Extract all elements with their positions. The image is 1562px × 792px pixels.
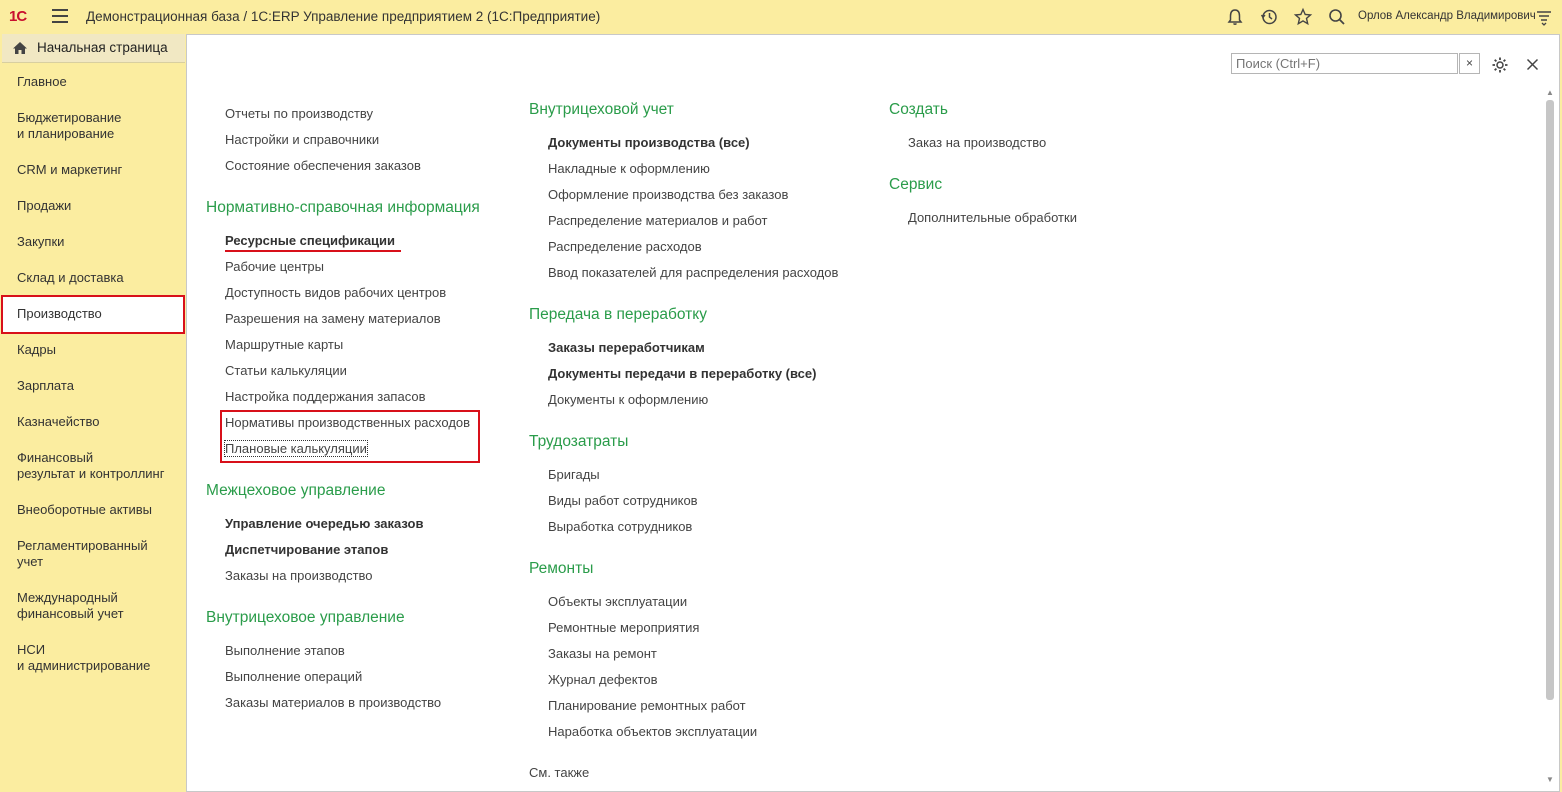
sidebar-item[interactable]: Кадры <box>17 342 56 358</box>
command-link[interactable]: Бригады <box>548 467 600 482</box>
sidebar-item[interactable]: Казначейство <box>17 414 99 430</box>
command-link[interactable]: Настройки и справочники <box>225 132 379 147</box>
gear-icon[interactable] <box>1491 56 1509 74</box>
command-link[interactable]: Заказы на ремонт <box>548 646 657 661</box>
sidebar-item[interactable]: Международный финансовый учет <box>17 590 124 622</box>
group-title: Создать <box>889 101 948 118</box>
red-underline-annotation <box>225 250 401 252</box>
command-link[interactable]: Объекты эксплуатации <box>548 594 687 609</box>
red-box-annotation <box>220 410 480 463</box>
sidebar-item[interactable]: Главное <box>17 74 67 90</box>
command-link[interactable]: Документы к оформлению <box>548 392 708 407</box>
group-title: Межцеховое управление <box>206 482 386 499</box>
sidebar-item[interactable]: Продажи <box>17 198 71 214</box>
group-title: Нормативно-справочная информация <box>206 199 480 216</box>
command-link[interactable]: Заказы переработчикам <box>548 340 705 355</box>
command-link[interactable]: Диспетчирование этапов <box>225 542 388 557</box>
sidebar-item[interactable]: Закупки <box>17 234 64 250</box>
group-title: Внутрицеховое управление <box>206 609 405 626</box>
sidebar-item[interactable]: Финансовый результат и контроллинг <box>17 450 164 482</box>
see-also-link[interactable]: См. также <box>529 765 589 780</box>
window-title: Демонстрационная база / 1С:ERP Управлени… <box>86 9 601 24</box>
group-title: Ремонты <box>529 560 594 577</box>
search-box[interactable] <box>1231 53 1458 74</box>
command-link[interactable]: Настройка поддержания запасов <box>225 389 425 404</box>
group-title: Внутрицеховой учет <box>529 101 674 118</box>
scrollbar-thumb[interactable] <box>1546 100 1554 700</box>
command-link[interactable]: Документы производства (все) <box>548 135 750 150</box>
home-page-tab[interactable]: Начальная страница <box>2 34 185 63</box>
command-link[interactable]: Распределение материалов и работ <box>548 213 767 228</box>
command-link[interactable]: Распределение расходов <box>548 239 702 254</box>
sidebar-item[interactable]: Производство <box>17 306 102 322</box>
sidebar-item[interactable]: Зарплата <box>17 378 74 394</box>
app-logo: 1С <box>9 8 27 25</box>
group-title: Трудозатраты <box>529 433 629 450</box>
command-link[interactable]: Дополнительные обработки <box>908 210 1077 225</box>
user-name[interactable]: Орлов Александр Владимирович <box>1358 10 1536 22</box>
title-bar: 1С Демонстрационная база / 1С:ERP Управл… <box>0 0 1562 34</box>
command-link[interactable]: Состояние обеспечения заказов <box>225 158 421 173</box>
command-link[interactable]: Ресурсные спецификации <box>225 233 395 248</box>
sidebar-item[interactable]: Бюджетирование и планирование <box>17 110 121 142</box>
sidebar-item[interactable]: Внеоборотные активы <box>17 502 152 518</box>
command-link[interactable]: Ремонтные мероприятия <box>548 620 699 635</box>
command-link[interactable]: Выполнение операций <box>225 669 362 684</box>
command-link[interactable]: Выполнение этапов <box>225 643 345 658</box>
close-icon[interactable] <box>1526 58 1539 71</box>
command-link[interactable]: Заказы на производство <box>225 568 373 583</box>
command-link[interactable]: Ввод показателей для распределения расхо… <box>548 265 838 280</box>
history-icon[interactable] <box>1259 7 1279 27</box>
search-icon[interactable] <box>1327 7 1347 27</box>
scroll-down-icon[interactable]: ▼ <box>1546 775 1554 784</box>
command-link[interactable]: Статьи калькуляции <box>225 363 347 378</box>
search-clear-button[interactable]: × <box>1459 53 1480 74</box>
group-title: Сервис <box>889 176 943 193</box>
search-input[interactable] <box>1232 54 1456 73</box>
command-link[interactable]: Оформление производства без заказов <box>548 187 788 202</box>
group-title: Передача в переработку <box>529 306 707 323</box>
command-link[interactable]: Заказ на производство <box>908 135 1046 150</box>
bell-icon[interactable] <box>1225 7 1245 27</box>
sidebar-item[interactable]: Склад и доставка <box>17 270 124 286</box>
home-page-label: Начальная страница <box>37 40 168 55</box>
home-icon <box>13 42 27 54</box>
command-link[interactable]: Накладные к оформлению <box>548 161 710 176</box>
sections-panel <box>0 34 185 792</box>
command-link[interactable]: Управление очередью заказов <box>225 516 423 531</box>
command-link[interactable]: Отчеты по производству <box>225 106 373 121</box>
command-link[interactable]: Журнал дефектов <box>548 672 658 687</box>
command-link[interactable]: Маршрутные карты <box>225 337 343 352</box>
command-link[interactable]: Виды работ сотрудников <box>548 493 698 508</box>
sidebar-item[interactable]: CRM и маркетинг <box>17 162 122 178</box>
menu-icon[interactable] <box>52 9 68 23</box>
scroll-up-icon[interactable]: ▲ <box>1546 88 1554 97</box>
command-link[interactable]: Доступность видов рабочих центров <box>225 285 446 300</box>
command-link[interactable]: Разрешения на замену материалов <box>225 311 441 326</box>
command-link[interactable]: Наработка объектов эксплуатации <box>548 724 757 739</box>
command-link[interactable]: Документы передачи в переработку (все) <box>548 366 816 381</box>
command-link[interactable]: Выработка сотрудников <box>548 519 692 534</box>
command-link[interactable]: Планирование ремонтных работ <box>548 698 746 713</box>
command-link[interactable]: Рабочие центры <box>225 259 324 274</box>
sidebar-item[interactable]: Регламентированный учет <box>17 538 148 570</box>
command-link[interactable]: Заказы материалов в производство <box>225 695 441 710</box>
star-icon[interactable] <box>1293 7 1313 27</box>
sidebar-item[interactable]: НСИ и администрирование <box>17 642 150 674</box>
settings-menu-icon[interactable] <box>1534 7 1554 27</box>
